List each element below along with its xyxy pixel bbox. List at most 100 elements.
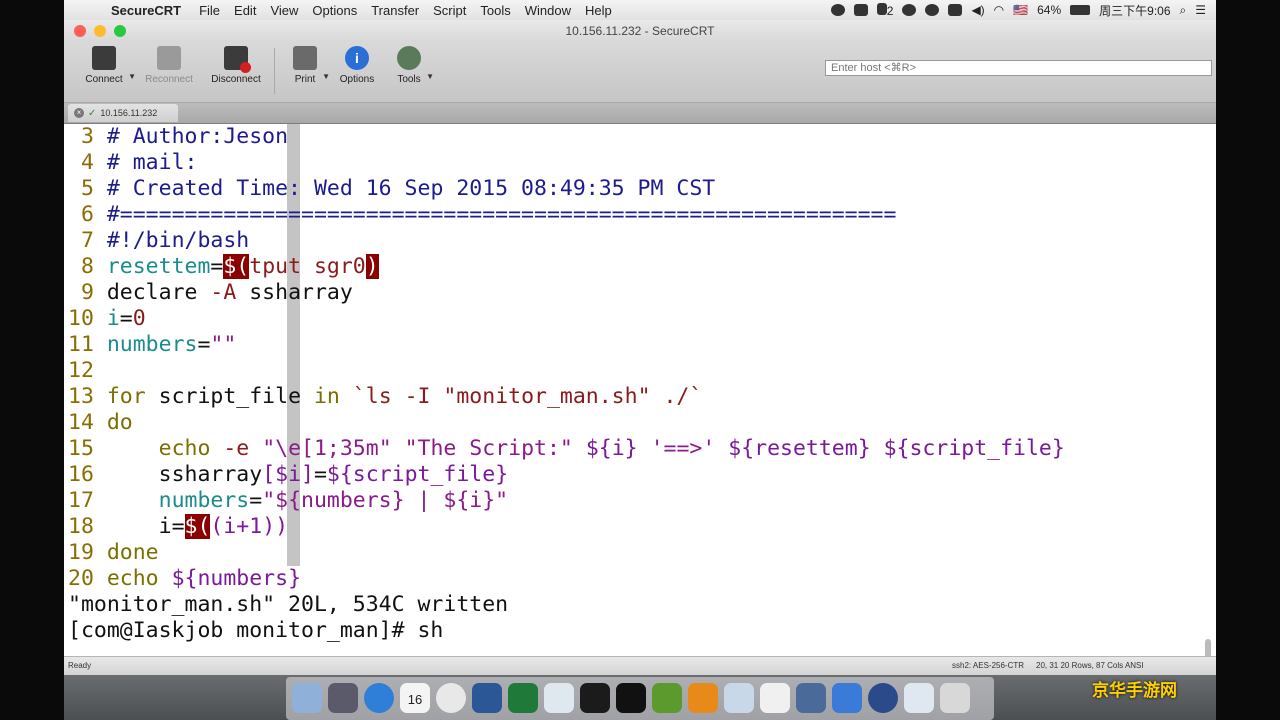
connect-button[interactable]: Connect ▼ xyxy=(82,46,136,85)
photo-app-icon[interactable] xyxy=(724,683,754,713)
code-token: "" xyxy=(210,332,237,357)
spotlight-search-icon[interactable]: ⌕ xyxy=(1180,3,1187,18)
caret-down-icon[interactable]: ▼ xyxy=(322,72,330,81)
code-line: 11 numbers="" xyxy=(68,332,236,358)
finder-icon[interactable] xyxy=(292,683,322,713)
code-token: 0 xyxy=(132,306,146,331)
chrome-icon[interactable] xyxy=(436,683,466,713)
pencil-app-icon[interactable] xyxy=(652,683,682,713)
code-token: )) xyxy=(262,514,289,539)
terminal-icon[interactable] xyxy=(580,683,610,713)
code-line: 4 # mail: xyxy=(68,150,198,176)
notification-badge[interactable]: 2 xyxy=(876,2,894,18)
enter-host-field[interactable]: Enter host <⌘R> xyxy=(825,60,1212,76)
vim-write-message: "monitor_man.sh" 20L, 534C written xyxy=(68,592,509,617)
line-number: 19 xyxy=(68,540,107,565)
caret-down-icon[interactable]: ▼ xyxy=(426,72,434,81)
menu-view[interactable]: View xyxy=(263,3,305,18)
code-token: ssharray xyxy=(236,280,353,305)
session-tab[interactable]: × ✓ 10.156.11.232 xyxy=(68,104,178,122)
code-token: [$i] xyxy=(262,462,314,487)
record-icon[interactable] xyxy=(830,4,845,16)
display-icon[interactable] xyxy=(948,4,963,16)
code-token: numbers xyxy=(158,488,250,513)
line-number: 15 xyxy=(68,436,107,461)
code-line: 7 #!/bin/bash xyxy=(68,228,249,254)
volume-icon[interactable]: ◀) xyxy=(971,3,984,17)
monitor-x-icon xyxy=(224,46,251,73)
line-number: 20 xyxy=(68,566,107,591)
line-number: 14 xyxy=(68,410,107,435)
toolbar: Connect ▼ Reconnect Disconnect Print ▼ i… xyxy=(64,42,1216,103)
monitor-refresh-icon xyxy=(157,46,181,70)
code-token: ${numbers} xyxy=(171,566,302,591)
code-token: #=======================================… xyxy=(106,202,897,227)
options-button[interactable]: i Options xyxy=(338,46,376,85)
toolbar-separator xyxy=(274,48,275,94)
menu-tools[interactable]: Tools xyxy=(473,3,517,18)
line-number: 4 xyxy=(68,150,107,175)
print-button[interactable]: Print ▼ xyxy=(290,46,330,85)
clock[interactable]: 周三下午9:06 xyxy=(1099,2,1170,19)
code-token: ) xyxy=(365,254,379,279)
session-tab-label: 10.156.11.232 xyxy=(100,108,158,118)
battery-percent[interactable]: 64% xyxy=(1037,3,1061,17)
keynote-icon[interactable] xyxy=(832,683,862,713)
code-token: = xyxy=(313,462,327,487)
menu-script[interactable]: Script xyxy=(426,3,473,18)
line-number: 3 xyxy=(68,124,107,149)
menu-securecrt[interactable]: SecureCRT xyxy=(104,3,192,18)
trash-icon[interactable] xyxy=(940,683,970,713)
unknown-app-icon[interactable] xyxy=(688,683,718,713)
menu-options[interactable]: Options xyxy=(305,3,364,18)
document-app-icon[interactable] xyxy=(760,683,790,713)
menu-window[interactable]: Window xyxy=(518,3,578,18)
notification-center-icon[interactable]: ☰ xyxy=(1195,3,1206,17)
downloads-icon[interactable] xyxy=(904,683,934,713)
disconnect-label: Disconnect xyxy=(211,74,261,85)
screen-icon[interactable] xyxy=(853,4,868,16)
reconnect-button[interactable]: Reconnect xyxy=(144,46,194,85)
menu-file[interactable]: File xyxy=(192,3,227,18)
word-icon[interactable] xyxy=(472,683,502,713)
line-number: 13 xyxy=(68,384,107,409)
notification-count: 2 xyxy=(886,3,894,18)
terminal-view[interactable]: 3 # Author:Jeson 4 # mail: 5 # Created T… xyxy=(64,124,1216,663)
qq-icon[interactable] xyxy=(616,683,646,713)
monitor-icon xyxy=(92,46,116,70)
excel-icon[interactable] xyxy=(508,683,538,713)
mail-app-icon[interactable] xyxy=(796,683,826,713)
battery-icon xyxy=(1070,5,1091,15)
wifi-icon[interactable]: ◠ xyxy=(994,3,1004,17)
printer-icon xyxy=(293,46,317,70)
code-line: 3 # Author:Jeson xyxy=(68,124,288,150)
disconnect-button[interactable]: Disconnect xyxy=(210,46,262,85)
letterbox-left xyxy=(0,0,64,720)
safari-icon[interactable] xyxy=(364,683,394,713)
line-number: 12 xyxy=(68,358,107,383)
gear-icon xyxy=(397,46,421,70)
code-token: (i+1 xyxy=(210,514,263,539)
tools-button[interactable]: Tools ▼ xyxy=(394,46,434,85)
caret-down-icon[interactable]: ▼ xyxy=(128,72,136,81)
code-line: 16 ssharray[$i]=${script_file} xyxy=(68,462,508,488)
calendar-icon[interactable]: 16 xyxy=(400,683,430,713)
window-title-bar[interactable]: 10.156.11.232 - SecureCRT xyxy=(64,20,1216,42)
code-token: in xyxy=(313,384,340,409)
hat-icon[interactable] xyxy=(925,4,940,16)
creative-cloud-icon[interactable] xyxy=(902,4,917,16)
line-number: 5 xyxy=(68,176,107,201)
code-line: 12 xyxy=(68,358,107,384)
flag-icon[interactable]: 🇺🇸 xyxy=(1013,3,1028,17)
preview-icon[interactable] xyxy=(544,683,574,713)
menu-edit[interactable]: Edit xyxy=(227,3,263,18)
quicktime-icon[interactable] xyxy=(868,683,898,713)
menu-help[interactable]: Help xyxy=(578,3,619,18)
launchpad-icon[interactable] xyxy=(328,683,358,713)
menu-transfer[interactable]: Transfer xyxy=(364,3,426,18)
close-tab-icon[interactable]: × xyxy=(74,108,84,118)
status-cursor-position: 20, 31 20 Rows, 87 Cols ANSI xyxy=(1036,661,1144,670)
line-number: 18 xyxy=(68,514,107,539)
